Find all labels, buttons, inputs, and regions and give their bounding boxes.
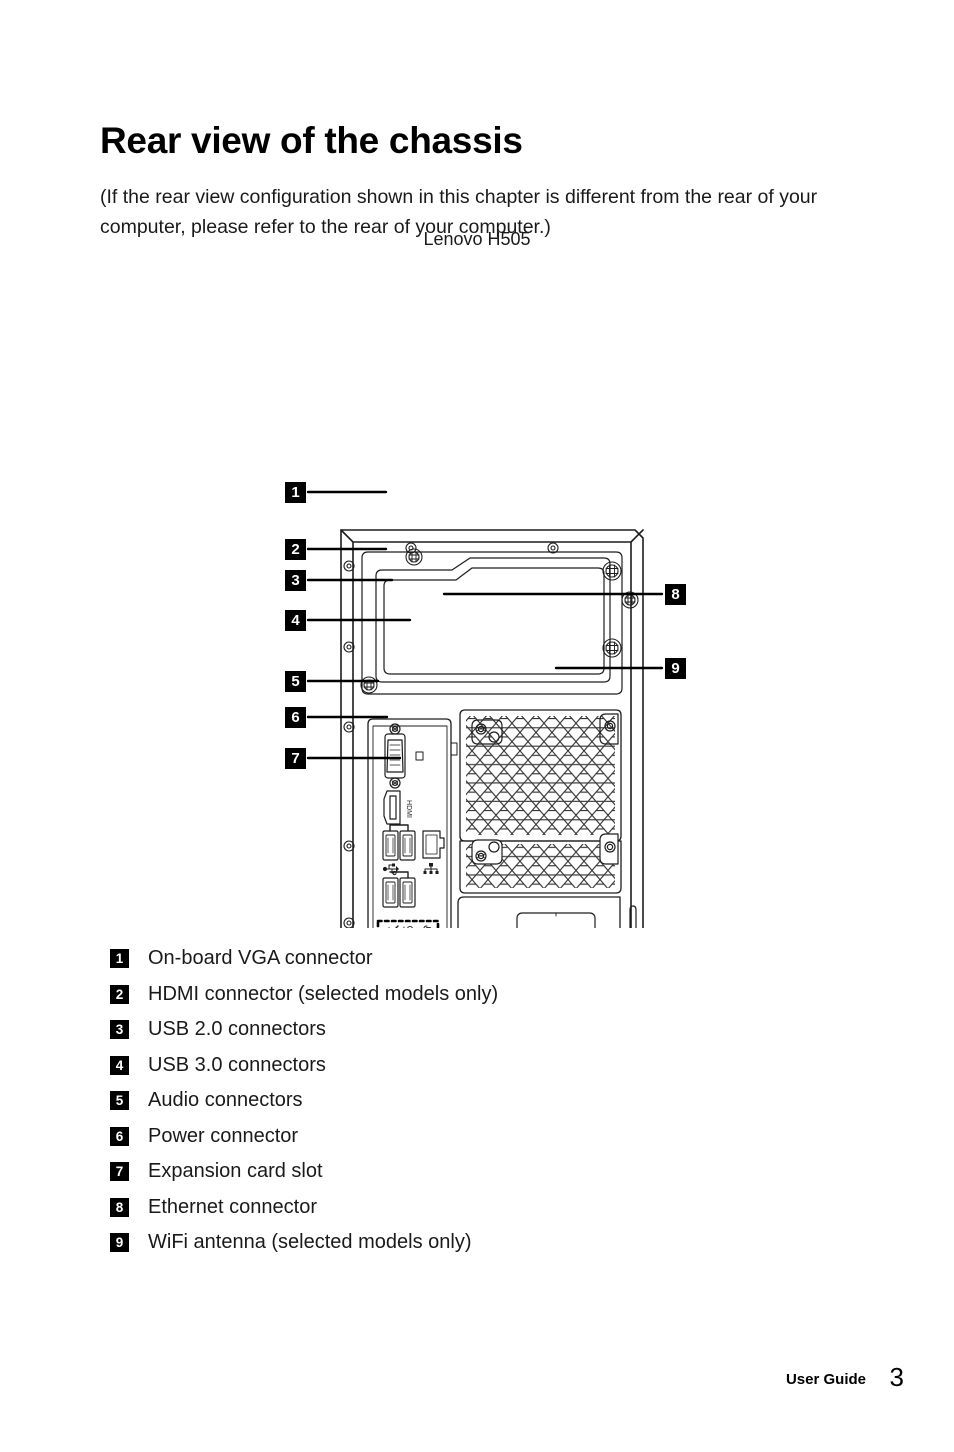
callout-badge-2: 2 (285, 539, 306, 560)
legend-label-3: USB 2.0 connectors (148, 1018, 326, 1040)
legend-badge-8: 8 (110, 1197, 129, 1217)
callout-badge-7: 7 (285, 748, 306, 769)
footer-page-number: 3 (889, 1362, 904, 1392)
list-item: 1 On-board VGA connector (0, 943, 954, 979)
legend-badge-9: 9 (110, 1233, 129, 1252)
list-item: 5 Audio connectors (0, 1085, 954, 1121)
legend-badge-3: 3 (110, 1020, 129, 1039)
legend-label-1: On-board VGA connector (148, 947, 373, 969)
legend-badge-6: 6 (110, 1126, 129, 1146)
legend-badge-4: 4 (110, 1055, 129, 1075)
page-title: Rear view of the chassis (100, 119, 523, 161)
legend-label-7: Expansion card slot (148, 1160, 323, 1182)
legend-label-2: HDMI connector (selected models only) (148, 982, 499, 1005)
legend-list: 1 On-board VGA connector 2 HDMI connecto… (0, 943, 954, 1263)
callout-badge-8: 8 (665, 584, 686, 605)
callout-badge-9: 9 (665, 658, 686, 679)
page-footer: User Guide 3 (0, 1362, 954, 1402)
list-item: 6 Power connector (0, 1121, 954, 1157)
list-item: 7 Expansion card slot (0, 1156, 954, 1192)
hdmi-port-label: HDMI (405, 800, 412, 818)
callout-badge-4: 4 (285, 610, 306, 631)
legend-label-4: USB 3.0 connectors (148, 1053, 326, 1076)
legend-label-5: Audio connectors (148, 1089, 303, 1111)
legend-label-6: Power connector (148, 1124, 299, 1147)
rear-chassis-diagram: HDMI (306, 490, 664, 928)
callout-badge-3: 3 (285, 570, 306, 591)
legend-label-8: Ethernet connector (148, 1195, 317, 1218)
callout-badge-5: 5 (285, 671, 306, 692)
legend-badge-5: 5 (110, 1091, 129, 1110)
model-caption: Lenovo H505 (423, 229, 531, 249)
list-item: 2 HDMI connector (selected models only) (0, 979, 954, 1015)
callout-badge-1: 1 (285, 482, 306, 503)
legend-badge-1: 1 (110, 949, 129, 968)
list-item: 3 USB 2.0 connectors (0, 1014, 954, 1050)
callout-badge-6: 6 (285, 707, 306, 728)
list-item: 4 USB 3.0 connectors (0, 1050, 954, 1086)
chassis-vent-upper (459, 709, 622, 842)
list-item: 8 Ethernet connector (0, 1192, 954, 1228)
legend-label-9: WiFi antenna (selected models only) (148, 1231, 472, 1253)
legend-badge-2: 2 (110, 984, 129, 1004)
list-item: 9 WiFi antenna (selected models only) (0, 1227, 954, 1263)
figure-container: HDMI 1 2 3 4 5 6 7 8 9 (0, 258, 954, 928)
footer-guide-label: User Guide (785, 1371, 866, 1388)
legend-badge-7: 7 (110, 1162, 129, 1181)
